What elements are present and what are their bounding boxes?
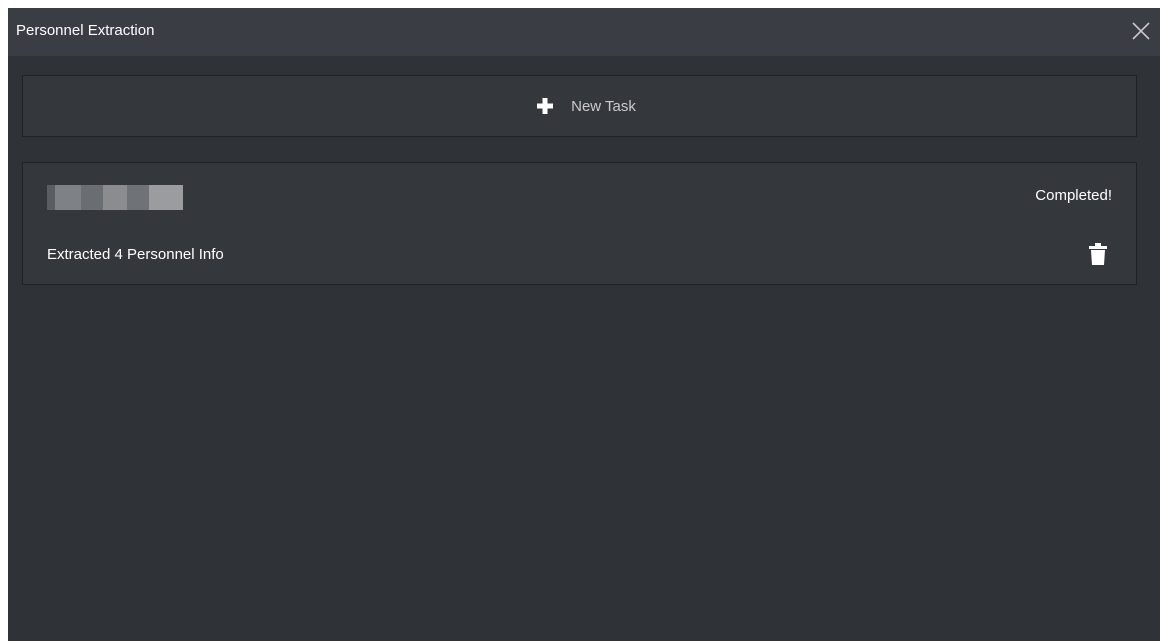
- new-task-label: New Task: [571, 97, 636, 115]
- delete-task-button[interactable]: [1088, 242, 1108, 266]
- dialog-title: Personnel Extraction: [16, 22, 155, 39]
- plus-icon: [537, 98, 554, 114]
- task-card: Completed! Extracted 4 Personnel Info: [22, 162, 1137, 285]
- trash-icon: [1089, 243, 1107, 265]
- dialog-titlebar: Personnel Extraction: [8, 8, 1160, 56]
- personnel-extraction-dialog: Personnel Extraction New Task Completed!…: [8, 8, 1160, 641]
- close-button[interactable]: [1128, 18, 1154, 44]
- close-icon: [1132, 22, 1150, 40]
- new-task-button[interactable]: New Task: [22, 75, 1137, 137]
- task-summary: Extracted 4 Personnel Info: [47, 246, 224, 263]
- task-name-redacted: [47, 185, 183, 210]
- task-status: Completed!: [1035, 187, 1112, 204]
